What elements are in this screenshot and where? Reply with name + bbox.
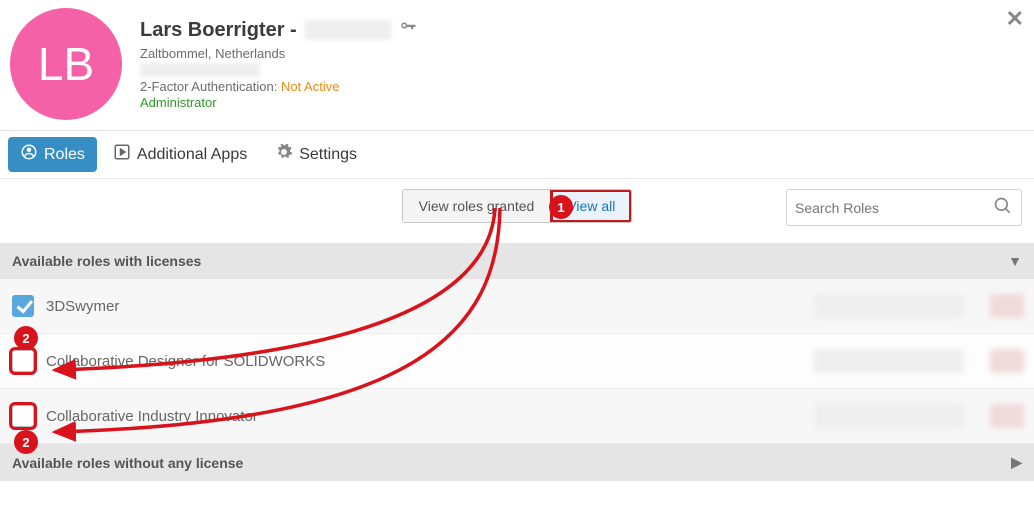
section-available-without-licenses[interactable]: Available roles without any license ▶	[0, 444, 1034, 481]
redacted-block	[814, 349, 964, 373]
redacted-block	[990, 404, 1024, 428]
tab-settings[interactable]: Settings	[263, 137, 369, 172]
chevron-right-icon: ▶	[1011, 454, 1022, 471]
role-row: 3DSwymer	[0, 279, 1034, 334]
section-title: Available roles with licenses	[12, 253, 201, 269]
tab-settings-label: Settings	[299, 146, 357, 164]
role-checkbox-3dswymer[interactable]	[12, 295, 34, 317]
close-icon[interactable]: ✕	[1006, 6, 1024, 32]
tab-additional-apps[interactable]: Additional Apps	[101, 137, 259, 172]
admin-label: Administrator	[140, 95, 417, 110]
two-factor-row: 2-Factor Authentication: Not Active	[140, 79, 417, 94]
role-checkbox-collab-innovator[interactable]	[12, 405, 34, 427]
view-roles-granted-button[interactable]: View roles granted	[403, 190, 551, 222]
avatar: LB	[10, 8, 122, 120]
role-label: Collaborative Industry Innovator	[46, 408, 258, 425]
search-icon[interactable]	[993, 196, 1013, 219]
redacted-block-small	[140, 63, 260, 77]
callout-badge-1: 1	[549, 195, 573, 219]
redacted-block	[305, 20, 391, 40]
section-title: Available roles without any license	[12, 455, 243, 471]
view-toggle: View roles granted View all	[402, 189, 633, 223]
tfa-label: 2-Factor Authentication:	[140, 79, 277, 94]
redacted-block	[814, 294, 964, 318]
roles-toolbar: View roles granted View all 1	[0, 179, 1034, 243]
role-row: Collaborative Designer for SOLIDWORKS	[0, 334, 1034, 389]
callout-badge-2: 2	[14, 326, 38, 350]
tab-apps-label: Additional Apps	[137, 146, 247, 164]
play-icon	[113, 143, 131, 166]
roles-icon	[20, 143, 38, 166]
user-meta: Lars Boerrigter - Zaltbommel, Netherland…	[140, 8, 417, 110]
role-label: 3DSwymer	[46, 298, 119, 315]
user-location: Zaltbommel, Netherlands	[140, 46, 417, 61]
section-available-with-licenses[interactable]: Available roles with licenses ▼	[0, 243, 1034, 279]
search-input[interactable]	[795, 200, 993, 216]
tfa-status: Not Active	[281, 79, 340, 94]
role-label: Collaborative Designer for SOLIDWORKS	[46, 353, 325, 370]
role-checkbox-collab-designer[interactable]	[12, 350, 34, 372]
search-roles[interactable]	[786, 189, 1022, 226]
user-name-row: Lars Boerrigter -	[140, 18, 417, 42]
user-header: LB Lars Boerrigter - Zaltbommel, Netherl…	[0, 0, 1034, 130]
tab-roles-label: Roles	[44, 146, 85, 164]
role-row: Collaborative Industry Innovator	[0, 389, 1034, 444]
tab-roles[interactable]: Roles	[8, 137, 97, 172]
tab-bar: Roles Additional Apps Settings	[0, 131, 1034, 179]
gear-icon	[275, 143, 293, 166]
redacted-block	[990, 349, 1024, 373]
chevron-down-icon: ▼	[1008, 253, 1022, 269]
redacted-block	[814, 404, 964, 428]
redacted-block	[990, 294, 1024, 318]
user-name: Lars Boerrigter -	[140, 19, 297, 42]
callout-badge-2b: 2	[14, 430, 38, 454]
roles-list: 3DSwymer Collaborative Designer for SOLI…	[0, 279, 1034, 444]
key-icon[interactable]	[399, 18, 417, 42]
